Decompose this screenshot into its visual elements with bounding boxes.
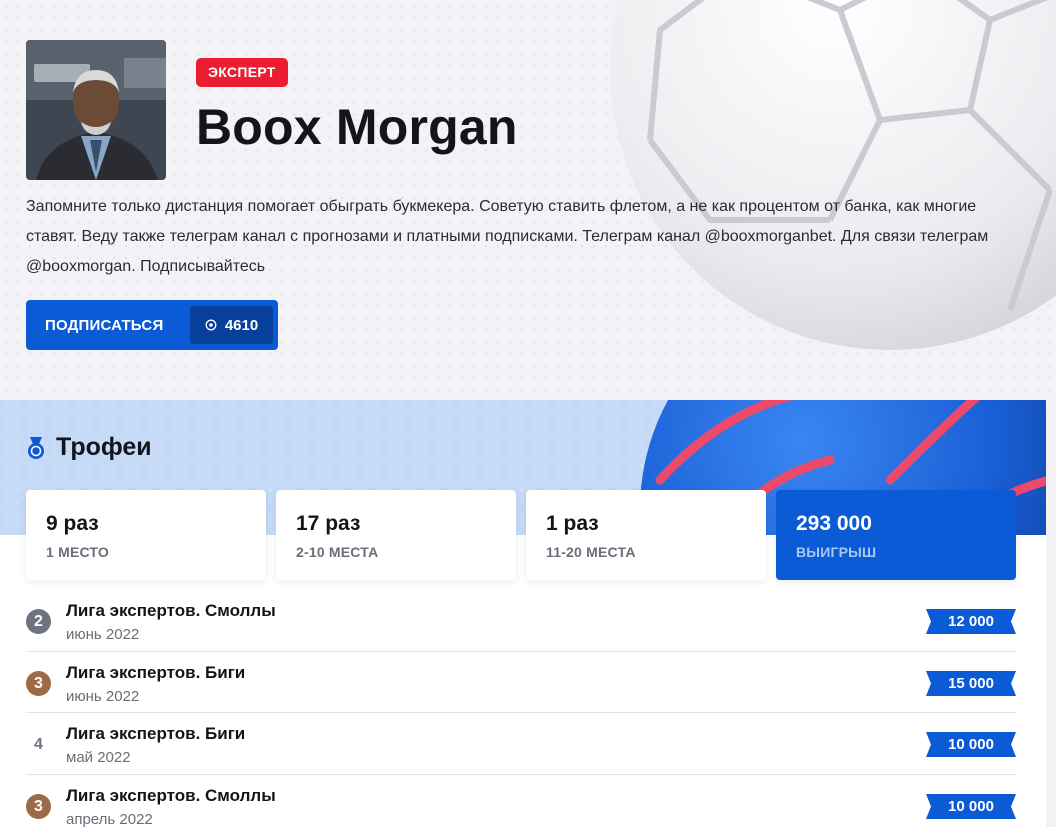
result-date: май 2022 — [66, 749, 131, 766]
expert-avatar — [26, 40, 166, 180]
expert-name: Boox Morgan — [196, 99, 518, 155]
page-scrollbar-track[interactable] — [1046, 400, 1056, 827]
subscribers-counter: 4610 — [190, 306, 273, 344]
expert-bio: Запомните только дистанция помогает обыг… — [26, 198, 989, 275]
result-row[interactable]: 2 Лига экспертов. Смоллы июнь 2022 12 00… — [26, 590, 1016, 652]
prize-tag: 12 000 — [926, 609, 1016, 634]
prize-amount: 10 000 — [948, 797, 994, 815]
league-name: Лига экспертов. Биги — [66, 724, 246, 743]
expert-profile-header: ЭКСПЕРТ Boox Morgan Запомните только дис… — [0, 0, 1056, 400]
stat-value: 9 раз — [46, 512, 99, 535]
league-name: Лига экспертов. Биги — [66, 662, 246, 682]
stat-value: 293 000 — [796, 512, 872, 535]
expert-badge: ЭКСПЕРТ — [196, 58, 288, 87]
place-badge: 3 — [26, 670, 51, 696]
tournament-results-list: 2 Лига экспертов. Смоллы июнь 2022 12 00… — [26, 590, 1016, 827]
result-row[interactable]: 3 Лига экспертов. Биги июнь 2022 15 000 — [26, 652, 1016, 713]
stat-card-winnings: 293 000 ВЫИГРЫШ — [776, 490, 1016, 580]
stat-card-top-twenty: 1 раз 11-20 МЕСТА — [526, 490, 766, 580]
subscribers-count: 4610 — [224, 316, 259, 334]
subscribe-button[interactable]: ПОДПИСАТЬСЯ 4610 — [26, 300, 278, 350]
stat-card-top-ten: 17 раз 2-10 МЕСТА — [276, 490, 516, 580]
stat-label: 2-10 МЕСТА — [296, 544, 379, 560]
result-row[interactable]: 4 Лига экспертов. Биги май 2022 10 000 — [26, 713, 1016, 775]
place-badge: 4 — [34, 736, 43, 753]
prize-amount: 15 000 — [948, 674, 994, 692]
stat-label: 1 МЕСТО — [46, 544, 109, 560]
place-badge: 3 — [26, 793, 51, 819]
stat-card-first-place: 9 раз 1 МЕСТО — [26, 490, 266, 580]
result-row[interactable]: 3 Лига экспертов. Смоллы апрель 2022 10 … — [26, 775, 1016, 827]
stat-label: 11-20 МЕСТА — [546, 544, 636, 560]
target-icon — [205, 319, 217, 331]
prize-tag: 15 000 — [926, 670, 1016, 696]
result-date: июнь 2022 — [66, 687, 140, 705]
prize-amount: 12 000 — [948, 613, 994, 630]
stat-value: 17 раз — [296, 512, 361, 535]
trophies-heading: Трофеи — [26, 433, 152, 462]
trophies-title: Трофеи — [56, 433, 152, 461]
prize-tag: 10 000 — [926, 793, 1016, 819]
place-badge: 2 — [26, 609, 51, 634]
stat-label: ВЫИГРЫШ — [796, 544, 877, 560]
league-name: Лига экспертов. Смоллы — [66, 601, 276, 620]
result-date: апрель 2022 — [66, 810, 153, 827]
stat-value: 1 раз — [546, 512, 599, 535]
prize-amount: 10 000 — [948, 736, 994, 753]
subscribe-label: ПОДПИСАТЬСЯ — [45, 316, 164, 334]
prize-tag: 10 000 — [926, 732, 1016, 757]
league-name: Лига экспертов. Смоллы — [66, 785, 276, 805]
result-date: июнь 2022 — [66, 626, 140, 643]
medal-icon — [28, 436, 44, 459]
